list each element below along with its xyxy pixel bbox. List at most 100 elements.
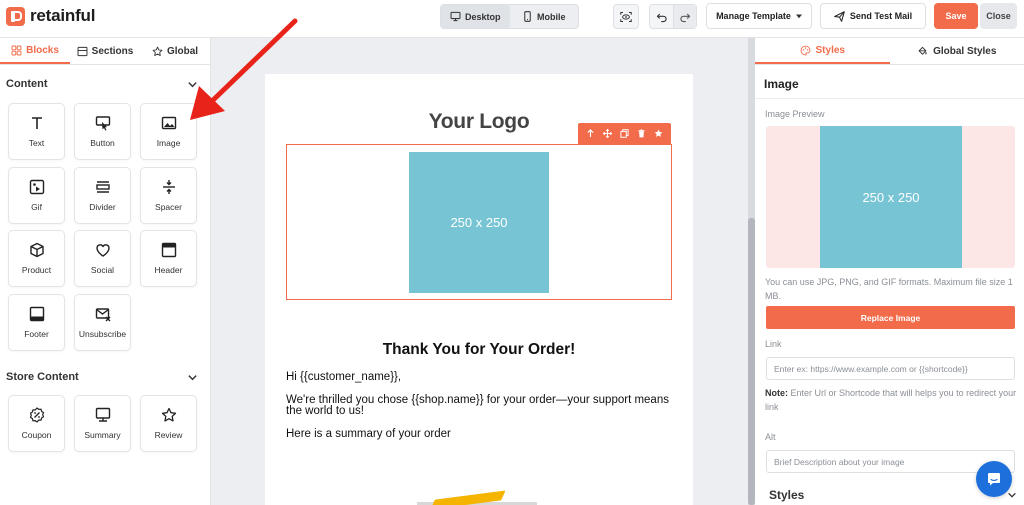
- product-icon: [29, 242, 44, 258]
- block-text[interactable]: Text: [8, 103, 65, 160]
- send-icon: [833, 10, 845, 22]
- block-divider-label: Divider: [89, 202, 116, 212]
- tab-blocks[interactable]: Blocks: [0, 38, 70, 64]
- trash-icon: [638, 129, 645, 138]
- spacer-icon: [162, 180, 175, 194]
- canvas-scrollbar-thumb[interactable]: [748, 218, 755, 505]
- redo-icon: [680, 13, 691, 22]
- block-product-label: Product: [21, 265, 52, 275]
- copy-icon: [620, 129, 629, 138]
- properties-panel: Styles Global Styles Image Image Preview…: [755, 38, 1024, 505]
- block-coupon[interactable]: Coupon: [8, 395, 65, 452]
- brand-name: retainful: [30, 6, 96, 25]
- block-header-label: Header: [154, 265, 183, 275]
- redo-button[interactable]: [673, 5, 696, 28]
- tab-sections[interactable]: Sections: [70, 38, 140, 64]
- image-preview: 250 x 250: [766, 126, 1015, 268]
- tab-styles[interactable]: Styles: [755, 38, 890, 64]
- block-divider[interactable]: Divider: [74, 167, 131, 224]
- store-content-section-header[interactable]: Store Content: [6, 371, 198, 383]
- block-gif-label: Gif: [31, 202, 42, 212]
- block-review-label: Review: [154, 430, 183, 440]
- undo-button[interactable]: [650, 5, 673, 28]
- undo-redo-group: [649, 4, 697, 29]
- drag-handle[interactable]: [602, 128, 614, 140]
- duplicate-button[interactable]: [619, 128, 631, 140]
- preview-button[interactable]: [613, 4, 639, 29]
- send-test-mail-label: Send Test Mail: [849, 11, 913, 21]
- link-input[interactable]: [766, 357, 1015, 380]
- chevron-down-icon: [188, 81, 197, 87]
- mobile-icon: [524, 11, 531, 22]
- manage-template-dropdown[interactable]: Manage Template: [706, 3, 812, 29]
- device-switch: Desktop Mobile: [440, 4, 579, 29]
- tab-global[interactable]: Global: [140, 38, 210, 64]
- save-button[interactable]: Save: [934, 3, 978, 29]
- chat-support-button[interactable]: [976, 461, 1012, 497]
- unsubscribe-icon: [95, 308, 110, 322]
- tab-global-styles[interactable]: Global Styles: [890, 38, 1024, 64]
- image-placeholder[interactable]: 250 x 250: [409, 152, 549, 293]
- store-content-section-title: Store Content: [6, 371, 79, 383]
- chevron-down-icon: [1008, 492, 1016, 498]
- tab-global-styles-label: Global Styles: [933, 45, 997, 57]
- email-greeting[interactable]: Hi {{customer_name}},: [286, 371, 678, 383]
- alt-label: Alt: [765, 432, 776, 442]
- footer-icon: [29, 306, 44, 322]
- mobile-label: Mobile: [537, 11, 566, 22]
- block-image[interactable]: Image: [140, 103, 197, 160]
- block-social[interactable]: Social: [74, 230, 131, 287]
- block-toolbar: [578, 123, 671, 144]
- block-unsubscribe-label: Unsubscribe: [78, 329, 127, 339]
- delete-button[interactable]: [636, 128, 648, 140]
- block-spacer-label: Spacer: [155, 202, 182, 212]
- block-gif[interactable]: Gif: [8, 167, 65, 224]
- desktop-label: Desktop: [464, 11, 501, 22]
- mobile-view-button[interactable]: Mobile: [510, 5, 579, 28]
- caret-down-icon: [795, 14, 802, 19]
- email-body[interactable]: Your Logo 250 x 250 Thank You for Your O…: [265, 74, 693, 505]
- link-label: Link: [765, 339, 782, 349]
- left-panel-tabs: Blocks Sections Global: [0, 38, 210, 65]
- block-footer[interactable]: Footer: [8, 294, 65, 351]
- email-summary-line[interactable]: Here is a summary of your order: [286, 428, 678, 440]
- tab-styles-label: Styles: [815, 44, 845, 56]
- content-section-header[interactable]: Content: [6, 78, 198, 90]
- sections-icon: [77, 46, 88, 56]
- block-spacer[interactable]: Spacer: [140, 167, 197, 224]
- selected-image-block[interactable]: 250 x 250: [286, 144, 672, 300]
- button-icon: [95, 116, 110, 131]
- arrow-up-icon: [587, 129, 594, 138]
- desktop-icon: [450, 11, 461, 22]
- block-text-label: Text: [28, 138, 45, 148]
- close-button[interactable]: Close: [980, 3, 1017, 29]
- preview-eye-icon: [620, 11, 632, 22]
- desktop-view-button[interactable]: Desktop: [441, 5, 510, 28]
- palette-icon: [800, 45, 810, 55]
- block-header[interactable]: Header: [140, 230, 197, 287]
- blocks-grid-icon: [11, 45, 22, 55]
- block-button[interactable]: Button: [74, 103, 131, 160]
- summary-icon: [95, 407, 110, 422]
- send-test-mail-button[interactable]: Send Test Mail: [820, 3, 926, 29]
- block-review[interactable]: Review: [140, 395, 197, 452]
- move-up-button[interactable]: [585, 128, 597, 140]
- brand[interactable]: retainful: [6, 6, 95, 26]
- tab-global-label: Global: [166, 45, 199, 57]
- replace-image-button[interactable]: Replace Image: [766, 306, 1015, 329]
- block-unsubscribe[interactable]: Unsubscribe: [74, 294, 131, 351]
- tab-blocks-label: Blocks: [26, 44, 59, 56]
- blocks-panel: Blocks Sections Global Content Text Butt…: [0, 38, 211, 505]
- note-text: Enter Url or Shortcode that will helps y…: [765, 388, 1017, 412]
- email-body-text[interactable]: We're thrilled you chose {{shop.name}} f…: [286, 394, 678, 417]
- tab-sections-label: Sections: [91, 45, 134, 57]
- retainful-logo-icon: [6, 6, 25, 26]
- star-icon: [161, 407, 176, 422]
- block-social-label: Social: [90, 265, 115, 275]
- email-heading[interactable]: Thank You for Your Order!: [265, 341, 693, 359]
- image-preview-placeholder: 250 x 250: [820, 126, 962, 268]
- block-product[interactable]: Product: [8, 230, 65, 287]
- right-panel-tabs: Styles Global Styles: [755, 38, 1024, 65]
- favorite-button[interactable]: [653, 128, 665, 140]
- block-summary[interactable]: Summary: [74, 395, 131, 452]
